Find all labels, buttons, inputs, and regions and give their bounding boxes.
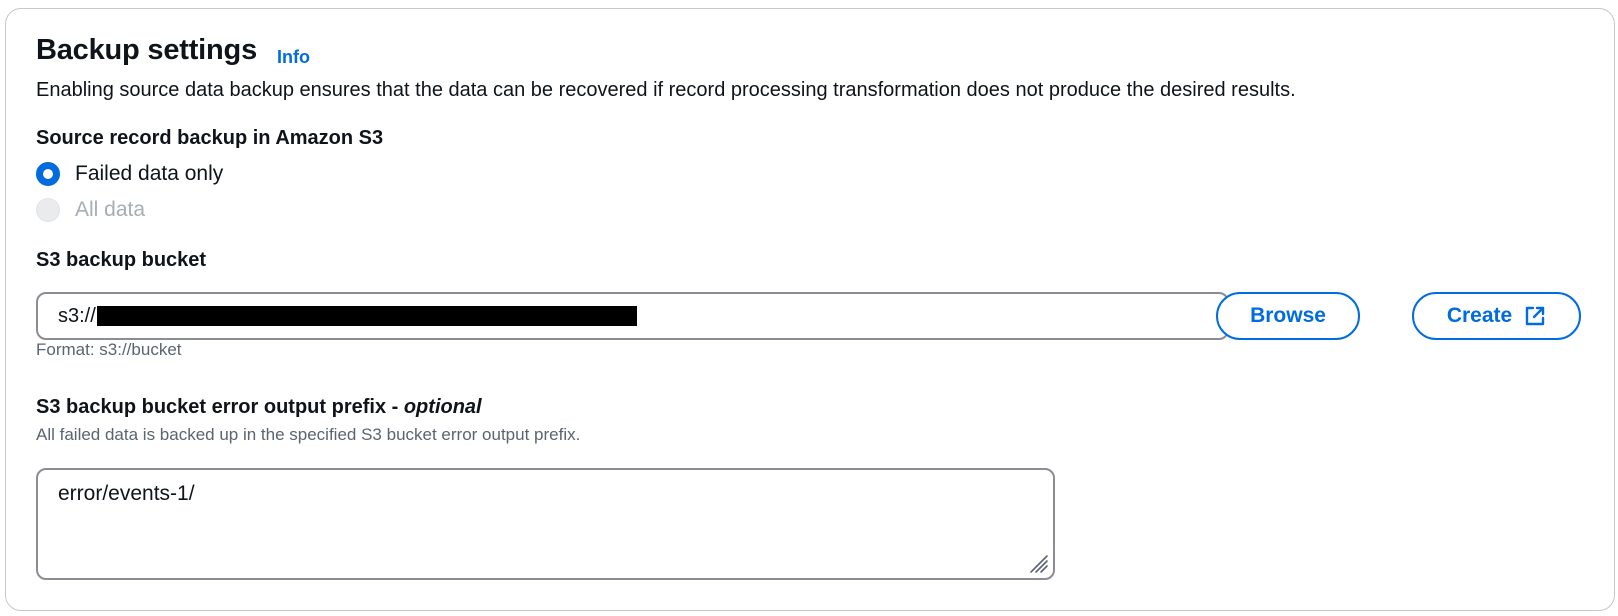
radio-all-data: All data [36,198,145,222]
browse-button-label: Browse [1250,304,1326,327]
error-prefix-label-text: S3 backup bucket error output prefix - [36,396,404,418]
radio-checked-icon[interactable] [36,162,60,186]
error-prefix-label: S3 backup bucket error output prefix - o… [36,396,482,419]
radio-label: All data [75,198,146,221]
info-link[interactable]: Info [277,47,310,68]
create-button[interactable]: Create [1412,292,1581,340]
error-prefix-description: All failed data is backed up in the spec… [36,425,581,444]
bucket-input[interactable]: s3:// [36,292,1229,340]
bucket-input-value: s3:// [58,304,96,327]
section-title: Backup settings [36,34,257,66]
error-prefix-value: error/events-1/ [58,482,195,505]
redacted-bucket-name [96,306,637,326]
create-button-label: Create [1446,304,1513,327]
radio-failed-data-only[interactable]: Failed data only [36,162,223,186]
bucket-format-hint: Format: s3://bucket [36,340,182,359]
radio-label: Failed data only [75,162,224,185]
browse-button[interactable]: Browse [1216,292,1360,340]
radio-disabled-icon [36,198,60,222]
section-description: Enabling source data backup ensures that… [36,79,1296,101]
external-link-icon [1524,305,1546,327]
bucket-label: S3 backup bucket [36,249,207,271]
optional-tag: optional [403,396,482,418]
error-prefix-textarea[interactable]: error/events-1/ [36,468,1055,580]
source-backup-label: Source record backup in Amazon S3 [36,127,384,149]
resize-handle-icon[interactable] [1025,550,1049,574]
